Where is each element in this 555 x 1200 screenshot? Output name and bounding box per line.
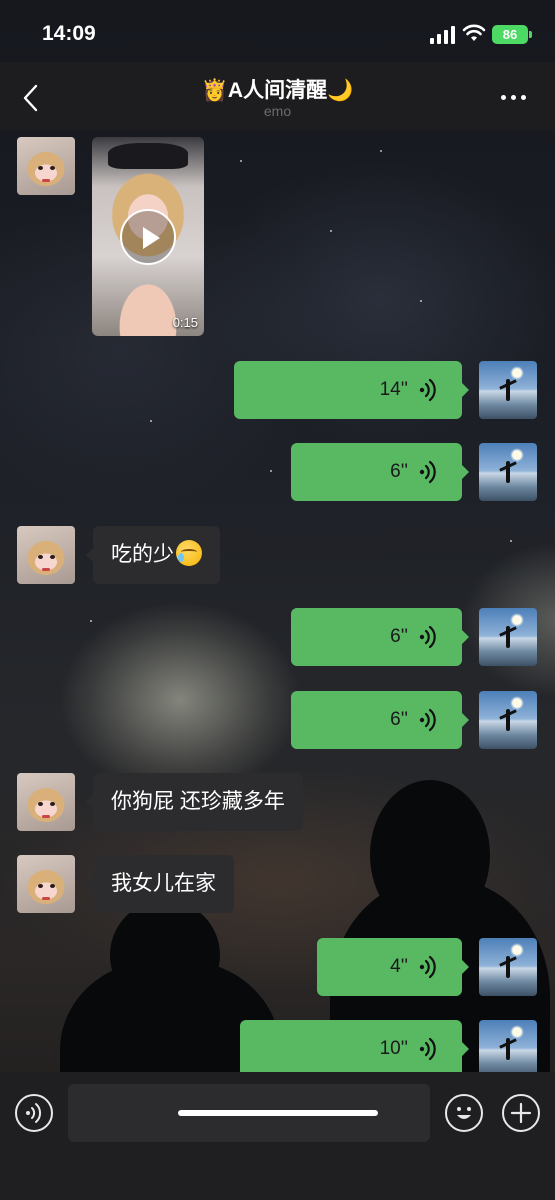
- voice-wave-icon: [419, 625, 436, 649]
- status-bar: 14:09 86: [0, 0, 555, 62]
- my-avatar[interactable]: [479, 691, 537, 749]
- voice-wave-icon: [419, 460, 436, 484]
- voice-message[interactable]: 6'': [291, 443, 469, 501]
- voice-wave-icon: [419, 708, 436, 732]
- contact-avatar[interactable]: [17, 137, 75, 195]
- emoji-icon[interactable]: [445, 1094, 483, 1132]
- voice-message[interactable]: 6'': [291, 608, 469, 666]
- voice-duration: 10'': [379, 1038, 408, 1059]
- message-input-bar: [0, 1072, 555, 1200]
- voice-duration: 6'': [390, 626, 408, 647]
- voice-duration: 14'': [379, 379, 408, 400]
- home-indicator[interactable]: [178, 1110, 378, 1116]
- message-text: 你狗屁 还珍藏多年: [111, 790, 285, 813]
- signal-icon: [430, 26, 456, 44]
- voice-wave-icon: [419, 1037, 436, 1061]
- crying-emoji-icon: [176, 540, 202, 566]
- voice-message[interactable]: 4'': [317, 938, 469, 996]
- text-message[interactable]: 吃的少: [86, 526, 220, 584]
- voice-message[interactable]: 6'': [291, 691, 469, 749]
- video-duration: 0:15: [172, 315, 198, 330]
- chat-subtitle: emo: [263, 103, 292, 119]
- chat-title: 👸A人间清醒🌙: [201, 79, 354, 102]
- battery-indicator: 86: [492, 25, 532, 44]
- video-message[interactable]: 0:15: [92, 137, 204, 336]
- wifi-icon: [462, 24, 486, 41]
- my-avatar[interactable]: [479, 608, 537, 666]
- my-avatar[interactable]: [479, 361, 537, 419]
- plus-icon[interactable]: [502, 1094, 540, 1132]
- voice-duration: 6'': [390, 709, 408, 730]
- message-text: 我女儿在家: [111, 872, 216, 895]
- voice-duration: 4'': [390, 956, 408, 977]
- message-text: 吃的少: [111, 543, 174, 566]
- voice-wave-icon: [419, 378, 436, 402]
- more-dots-icon[interactable]: [498, 92, 532, 104]
- voice-duration: 6'': [390, 461, 408, 482]
- contact-avatar[interactable]: [17, 855, 75, 913]
- voice-message[interactable]: 14'': [234, 361, 469, 419]
- status-time: 14:09: [42, 22, 96, 45]
- my-avatar[interactable]: [479, 443, 537, 501]
- my-avatar[interactable]: [479, 938, 537, 996]
- voice-message[interactable]: 10'': [240, 1020, 469, 1078]
- play-icon[interactable]: [120, 209, 176, 265]
- text-message[interactable]: 我女儿在家: [86, 855, 234, 913]
- voice-toggle-icon[interactable]: [15, 1094, 53, 1132]
- voice-wave-icon: [419, 955, 436, 979]
- contact-avatar[interactable]: [17, 526, 75, 584]
- chat-header: 👸A人间清醒🌙 emo: [0, 62, 555, 130]
- contact-avatar[interactable]: [17, 773, 75, 831]
- my-avatar[interactable]: [479, 1020, 537, 1078]
- text-message[interactable]: 你狗屁 还珍藏多年: [86, 773, 303, 831]
